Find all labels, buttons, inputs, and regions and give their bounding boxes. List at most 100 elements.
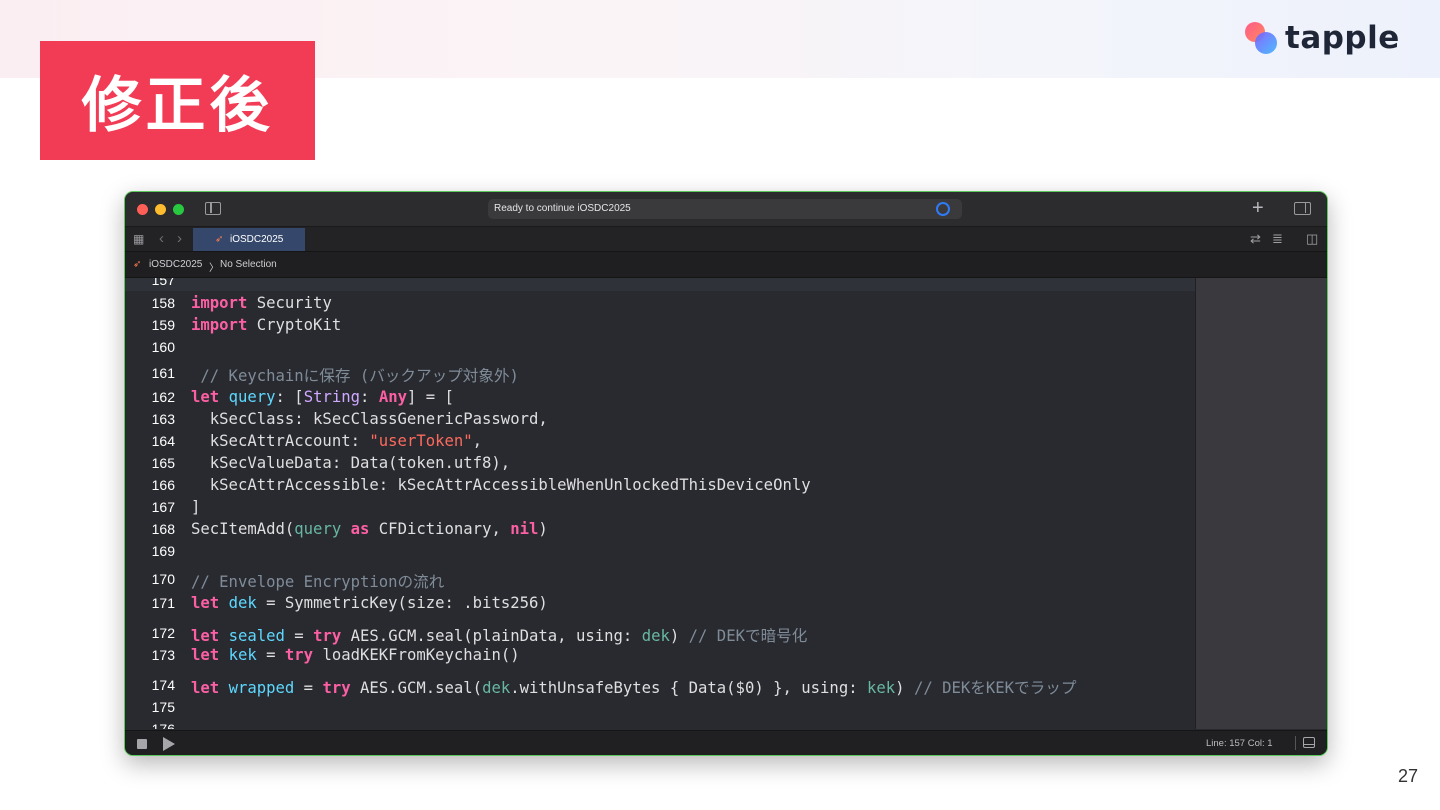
code-line[interactable]: 162 let query: [String: Any] = [: [125, 386, 1195, 408]
line-number: 159: [151, 317, 175, 333]
code-line[interactable]: 170 // Envelope Encryptionの流れ: [125, 568, 1195, 591]
source-editor[interactable]: 157 158 import Security 159 import CryptoKit…: [125, 278, 1195, 729]
breadcrumb-selection[interactable]: No Selection: [220, 259, 277, 270]
code-token: import: [191, 294, 248, 312]
code-line[interactable]: 157: [125, 278, 1195, 291]
breadcrumb-project[interactable]: iOSDC2025: [149, 259, 202, 270]
code-token: kSecAttrAccount:: [191, 432, 370, 450]
code-token: loadKEKFromKeychain(): [313, 646, 520, 664]
code-line[interactable]: 169: [125, 540, 1195, 562]
minimize-window-button[interactable]: [155, 204, 166, 215]
code-line[interactable]: 164 kSecAttrAccount: "userToken",: [125, 430, 1195, 452]
code-token: wrapped: [228, 679, 295, 697]
code-token: ): [538, 520, 548, 538]
code-text: kSecAttrAccount: "userToken",: [191, 432, 482, 450]
slide-title-box: 修正後: [40, 41, 315, 160]
code-token: // DEKをKEKでラップ: [913, 679, 1077, 697]
code-line[interactable]: 172 let sealed = try AES.GCM.seal(plainDa…: [125, 622, 1195, 645]
cursor-position: Line: 157 Col: 1: [1206, 738, 1273, 749]
line-number: 168: [151, 521, 175, 537]
activity-spinner-icon: [936, 202, 950, 216]
code-text: SecItemAdd(query as CFDictionary, nil): [191, 520, 548, 538]
code-token: let: [191, 594, 220, 612]
line-number: 165: [151, 455, 175, 471]
code-token: try: [322, 679, 351, 697]
code-line[interactable]: 163 kSecClass: kSecClassGenericPassword,: [125, 408, 1195, 430]
code-token: // DEKで暗号化: [688, 627, 808, 645]
line-number: 160: [151, 339, 175, 355]
close-window-button[interactable]: [137, 204, 148, 215]
activity-status-text: Ready to continue iOSDC2025: [494, 203, 631, 214]
code-line[interactable]: 174 let wrapped = try AES.GCM.seal(dek.wi…: [125, 674, 1195, 697]
code-token: AES.GCM.seal(plainData, using:: [341, 627, 642, 645]
code-token: query: [294, 520, 342, 538]
tab-iosdc2025[interactable]: ➶ iOSDC2025: [193, 228, 305, 251]
stop-button[interactable]: [137, 739, 147, 749]
code-token: let: [191, 627, 220, 645]
debug-area-toggle-icon[interactable]: [1303, 737, 1315, 748]
run-button[interactable]: [163, 737, 175, 751]
code-text: ]: [191, 498, 200, 516]
line-number: 169: [151, 543, 175, 559]
code-line[interactable]: 166 kSecAttrAccessible: kSecAttrAccessib…: [125, 474, 1195, 496]
status-divider: [1295, 736, 1296, 750]
editor-status-bar: Line: 157 Col: 1: [125, 730, 1327, 755]
code-token: nil: [510, 520, 539, 538]
code-line[interactable]: 159 import CryptoKit: [125, 314, 1195, 336]
code-line[interactable]: 175: [125, 696, 1195, 718]
code-line[interactable]: 158 import Security: [125, 292, 1195, 314]
add-plus-icon[interactable]: +: [1252, 197, 1264, 220]
forward-chevron-icon[interactable]: ›: [177, 230, 182, 247]
inspector-toggle-icon[interactable]: [1294, 202, 1311, 215]
code-token: kSecAttrAccessible: kSecAttrAccessibleWh…: [191, 476, 811, 494]
code-token: :: [360, 388, 379, 406]
line-number: 172: [151, 625, 175, 641]
split-editor-icon[interactable]: ◫: [1306, 231, 1318, 247]
code-line[interactable]: 161 // Keychainに保存 (バックアップ対象外): [125, 362, 1195, 386]
code-text: kSecClass: kSecClassGenericPassword,: [191, 410, 548, 428]
code-token: kSecValueData: Data(token.utf8),: [191, 454, 511, 472]
code-token: =: [256, 646, 285, 664]
code-token: ]: [191, 498, 201, 516]
related-items-grid-icon[interactable]: ▦: [133, 233, 144, 245]
code-line[interactable]: 160: [125, 336, 1195, 358]
code-token: let: [191, 388, 220, 406]
code-token: let: [191, 646, 220, 664]
swift-file-icon: ➶: [215, 234, 224, 245]
code-line[interactable]: 173 let kek = try loadKEKFromKeychain(): [125, 644, 1195, 666]
code-text: kSecValueData: Data(token.utf8),: [191, 454, 510, 472]
code-token: kek: [228, 646, 257, 664]
line-number: 170: [151, 571, 175, 587]
code-line[interactable]: 171 let dek = SymmetricKey(size: .bits256…: [125, 592, 1195, 614]
code-token: as: [350, 520, 370, 538]
line-number: 175: [151, 699, 175, 715]
line-number: 166: [151, 477, 175, 493]
minimap[interactable]: [1195, 278, 1327, 729]
code-line[interactable]: 176: [125, 718, 1195, 729]
code-text: // Keychainに保存 (バックアップ対象外): [191, 364, 519, 386]
sidebar-toggle-icon[interactable]: [205, 202, 221, 215]
code-token: import: [191, 316, 248, 334]
editor-options-icon[interactable]: ≣: [1272, 231, 1283, 247]
code-token: = SymmetricKey(size: .bits256): [256, 594, 548, 612]
line-number: 157: [151, 278, 175, 288]
swift-file-icon: ➶: [133, 259, 142, 270]
swap-arrows-icon[interactable]: ⇄: [1250, 231, 1261, 247]
line-number: 164: [151, 433, 175, 449]
code-token: Security: [247, 294, 332, 312]
code-line[interactable]: 168 SecItemAdd(query as CFDictionary, nil…: [125, 518, 1195, 540]
code-line[interactable]: 165 kSecValueData: Data(token.utf8),: [125, 452, 1195, 474]
line-number: 174: [151, 677, 175, 693]
back-chevron-icon[interactable]: ‹: [159, 230, 164, 247]
code-line[interactable]: 167]: [125, 496, 1195, 518]
zoom-window-button[interactable]: [173, 204, 184, 215]
line-number: 176: [151, 721, 175, 729]
line-number: 167: [151, 499, 175, 515]
code-token: =: [294, 679, 323, 697]
code-token: .withUnsafeBytes { Data($0) }, using:: [510, 679, 867, 697]
